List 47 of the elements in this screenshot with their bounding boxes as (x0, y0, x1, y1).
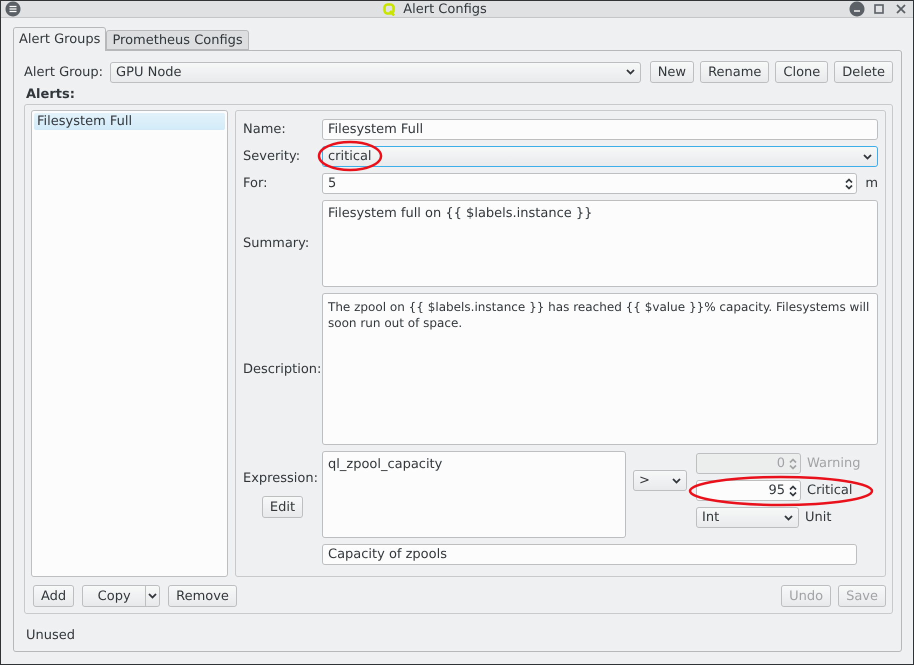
summary-label: Summary: (243, 236, 310, 251)
maximize-icon[interactable] (871, 1, 887, 17)
tab[interactable]: Alert Groups (13, 27, 106, 51)
group-button[interactable]: New (650, 61, 694, 83)
expression-description-field[interactable]: Capacity of zpools (322, 544, 857, 565)
expression-label: Expression: (243, 471, 319, 486)
for-label: For: (243, 176, 268, 191)
list-button[interactable]: Remove (168, 585, 237, 607)
alert-group-label: Alert Group: (24, 64, 104, 80)
expression-field[interactable]: ql_zpool_capacity (322, 451, 626, 538)
spin-arrows-icon[interactable] (845, 178, 854, 190)
minimize-icon[interactable] (849, 1, 865, 17)
severity-dropdown[interactable]: critical (322, 146, 878, 167)
group-button[interactable]: Rename (700, 61, 770, 83)
chevron-down-icon (672, 478, 681, 484)
chevron-down-icon (148, 593, 158, 599)
menu-icon[interactable] (5, 1, 21, 17)
unit-label: Unit (805, 510, 832, 525)
status-text: Unused (26, 628, 76, 643)
app-logo-icon (383, 2, 396, 16)
unit-dropdown[interactable]: Int (696, 507, 799, 528)
threshold-label: Warning (807, 456, 860, 471)
copy-split-button[interactable]: Copy (82, 585, 160, 607)
description-field[interactable]: The zpool on {{ $labels.instance }} has reached {{ $value }}% capacity. Filesystems will soon run out of space. (322, 293, 878, 445)
severity-label: Severity: (243, 149, 302, 164)
threshold-label: Critical (807, 483, 852, 498)
name-field[interactable]: Filesystem Full (322, 119, 878, 140)
spin-arrows-icon[interactable] (789, 484, 797, 496)
for-unit-label: m (865, 176, 878, 191)
tab[interactable]: Prometheus Configs (106, 30, 249, 50)
for-spinbox[interactable]: 5 (322, 173, 858, 194)
list-button[interactable]: Add (33, 585, 74, 607)
group-button[interactable]: Delete (834, 61, 893, 83)
chevron-down-icon (784, 514, 793, 520)
operator-dropdown[interactable]: > (633, 470, 687, 491)
chevron-down-icon (863, 154, 872, 160)
window-title: Alert Configs (403, 2, 487, 16)
chevron-down-icon (626, 69, 635, 75)
alert-list-item[interactable]: Filesystem Full (34, 113, 225, 130)
alert-group-dropdown[interactable]: GPU Node (110, 62, 641, 82)
summary-field[interactable]: Filesystem full on {{ $labels.instance }} (322, 200, 878, 287)
name-label: Name: (243, 122, 287, 137)
description-label: Description: (243, 362, 322, 376)
edit-button[interactable]: Edit (262, 496, 304, 518)
group-button[interactable]: Clone (775, 61, 828, 83)
alerts-heading: Alerts: (26, 87, 76, 102)
threshold-spinbox[interactable]: 95 (696, 480, 801, 501)
